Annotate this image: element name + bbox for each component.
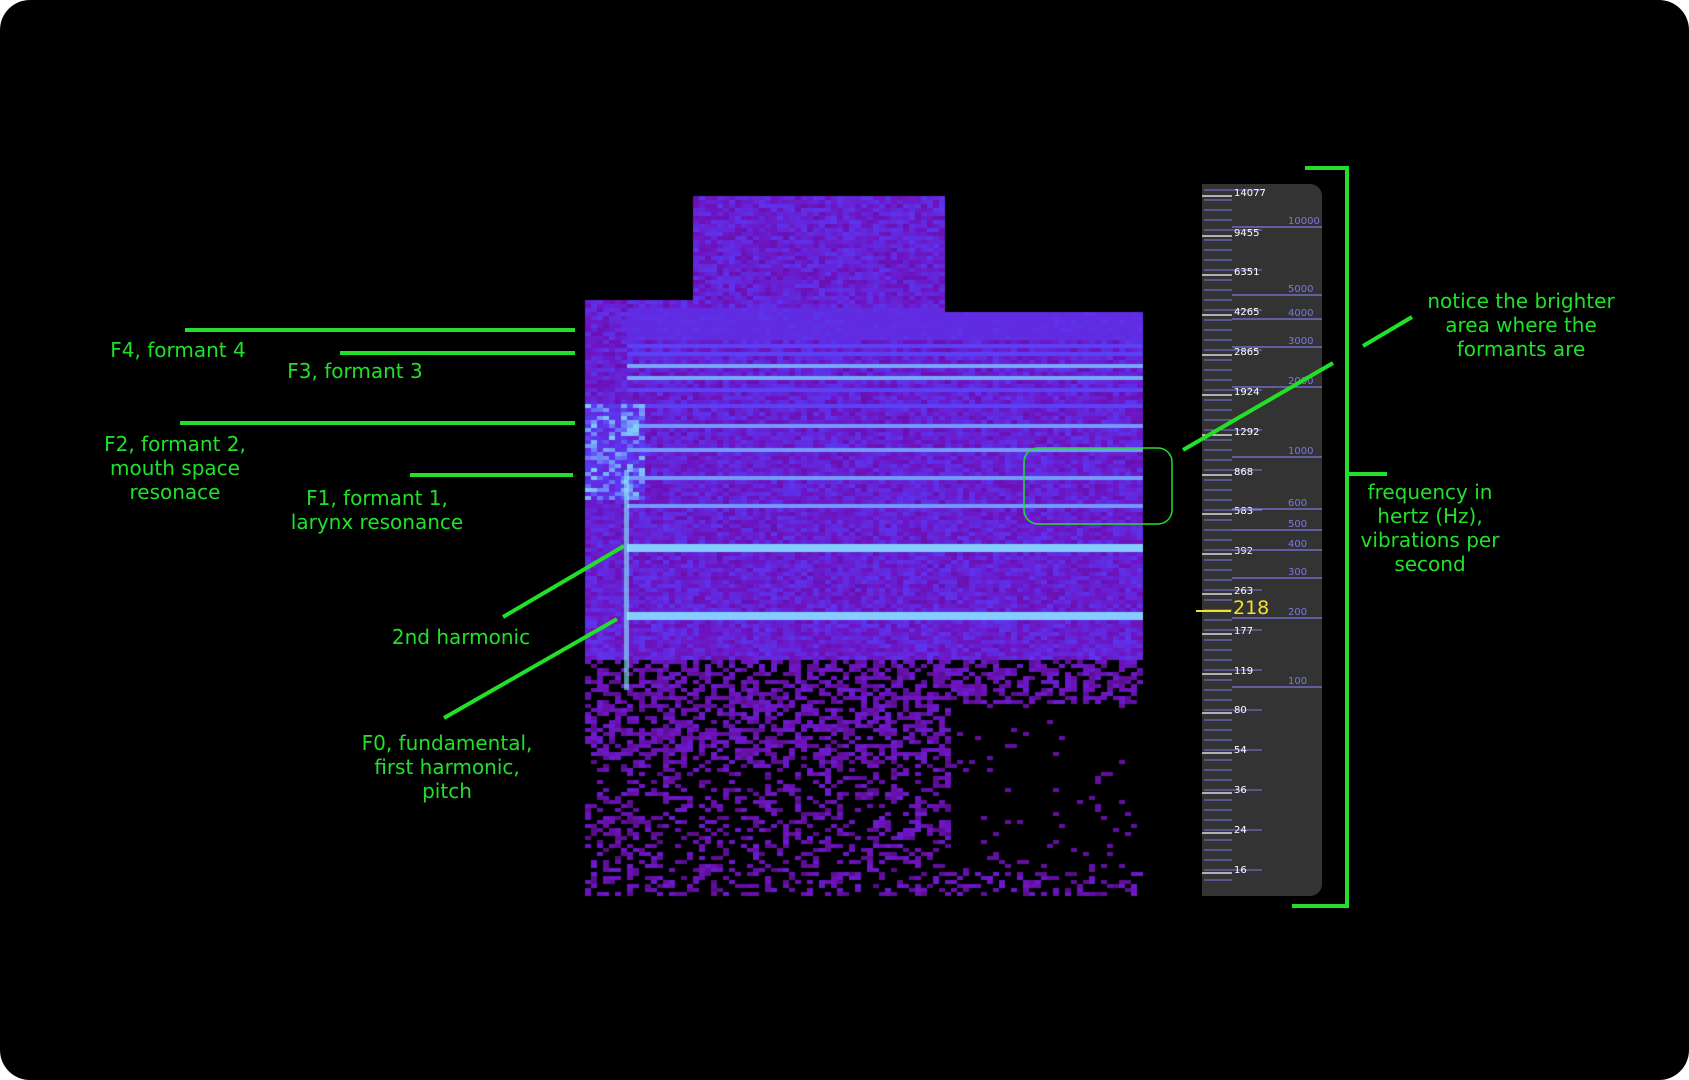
- scale-secondary-label: 600: [1288, 498, 1307, 509]
- scale-secondary-label: 10000: [1288, 216, 1320, 227]
- scale-secondary-label: 100: [1288, 676, 1307, 687]
- pitch-readout: 218: [1233, 597, 1270, 619]
- scale-secondary-label: 500: [1288, 519, 1307, 530]
- scale-label: 392: [1234, 546, 1253, 557]
- scale-label: 263: [1234, 586, 1253, 597]
- scale-label: 868: [1234, 467, 1253, 478]
- scale-label: 583: [1234, 506, 1253, 517]
- scale-secondary-label: 400: [1288, 539, 1307, 550]
- h2-label: 2nd harmonic: [391, 625, 531, 649]
- scale-label: 14077: [1234, 188, 1266, 199]
- scale-secondary-label: 300: [1288, 567, 1307, 578]
- scale-label: 2865: [1234, 347, 1259, 358]
- scale-label: 1292: [1234, 427, 1259, 438]
- scale-label: 177: [1234, 626, 1253, 637]
- scale-label: 54: [1234, 745, 1247, 756]
- scale-secondary-label: 200: [1288, 607, 1307, 618]
- scale-label: 36: [1234, 785, 1247, 796]
- scale-label: 4265: [1234, 307, 1259, 318]
- scale-secondary-label: 2000: [1288, 376, 1313, 387]
- frequency-scale-panel: 14077 9455 6351 4265 2865 1924 1292 868 583 392 26…: [1202, 184, 1322, 896]
- f0-label: F0, fundamental, first harmonic, pitch: [361, 731, 533, 803]
- scale-label: 16: [1234, 865, 1247, 876]
- scale-label: 1924: [1234, 387, 1259, 398]
- scale-secondary-label: 5000: [1288, 284, 1313, 295]
- f2-label: F2, formant 2, mouth space resonace: [104, 432, 246, 504]
- scale-secondary-label: 1000: [1288, 446, 1313, 457]
- scale-label: 80: [1234, 705, 1247, 716]
- scale-label: 6351: [1234, 267, 1259, 278]
- scale-label: 9455: [1234, 228, 1259, 239]
- spectrogram-figure: 14077 9455 6351 4265 2865 1924 1292 868 583 392 26…: [0, 0, 1689, 1080]
- f4-label: F4, formant 4: [110, 338, 246, 362]
- notice-label: notice the brighter area where the forma…: [1427, 289, 1615, 361]
- frequency-label: frequency in hertz (Hz), vibrations per …: [1360, 480, 1500, 576]
- scale-label: 119: [1234, 666, 1253, 677]
- scale-label: 24: [1234, 825, 1247, 836]
- scale-secondary-label: 4000: [1288, 308, 1313, 319]
- frequency-scale: 14077 9455 6351 4265 2865 1924 1292 868 583 392 26…: [1202, 188, 1322, 881]
- f1-label: F1, formant 1, larynx resonance: [290, 486, 464, 534]
- f3-label: F3, formant 3: [287, 359, 423, 383]
- scale-secondary-label: 3000: [1288, 336, 1313, 347]
